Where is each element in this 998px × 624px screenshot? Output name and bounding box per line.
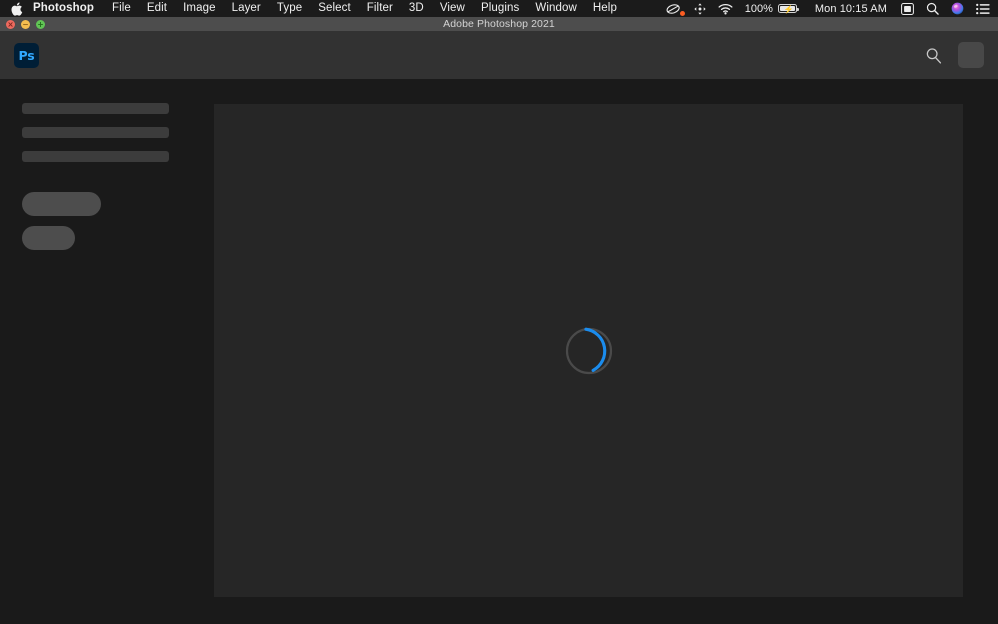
sidebar-skeleton — [22, 103, 192, 250]
skeleton-bar-1 — [22, 103, 169, 114]
app-header: Ps — [0, 31, 998, 79]
menubar-item-edit[interactable]: Edit — [139, 0, 175, 17]
avatar[interactable] — [958, 42, 984, 68]
search-icon[interactable] — [920, 42, 946, 68]
menubar-item-view[interactable]: View — [432, 0, 473, 17]
menubar-item-file[interactable]: File — [104, 0, 139, 17]
siri-icon[interactable] — [945, 0, 970, 17]
menubar-item-help[interactable]: Help — [585, 0, 625, 17]
menubar-item-layer[interactable]: Layer — [224, 0, 269, 17]
recording-indicator-dot — [679, 11, 685, 16]
battery-charging-icon[interactable]: ⚡ — [776, 0, 806, 17]
skeleton-bar-3 — [22, 151, 169, 162]
notification-center-icon[interactable] — [970, 0, 992, 17]
app-body — [0, 79, 998, 624]
menubar-item-photoshop[interactable]: Photoshop — [33, 0, 104, 17]
close-button[interactable]: × — [6, 20, 15, 29]
loading-spinner — [564, 326, 614, 376]
menubar-item-type[interactable]: Type — [269, 0, 310, 17]
maximize-button[interactable]: + — [36, 20, 45, 29]
menubar-item-select[interactable]: Select — [310, 0, 359, 17]
apple-logo-icon[interactable] — [10, 1, 24, 16]
battery-percent-label: 100% — [744, 2, 773, 15]
menubar-item-window[interactable]: Window — [527, 0, 585, 17]
control-center-icon[interactable] — [895, 0, 920, 17]
screen: Photoshop File Edit Image Layer Type Sel… — [0, 0, 998, 624]
window-controls: × − + — [6, 20, 45, 29]
menubar-item-3d[interactable]: 3D — [401, 0, 432, 17]
skeleton-bar-2 — [22, 127, 169, 138]
menubar-app-menus: Photoshop File Edit Image Layer Type Sel… — [10, 0, 660, 17]
menubar-clock[interactable]: Mon 10:15 AM — [806, 0, 895, 17]
main-content-panel — [214, 104, 963, 597]
menubar-item-filter[interactable]: Filter — [359, 0, 401, 17]
window-titlebar: × − + Adobe Photoshop 2021 — [0, 17, 998, 31]
skeleton-button-secondary[interactable] — [22, 226, 75, 250]
bluetooth-transfer-icon[interactable] — [688, 0, 712, 17]
wifi-icon[interactable] — [712, 0, 739, 17]
window-title: Adobe Photoshop 2021 — [443, 18, 555, 30]
minimize-button[interactable]: − — [21, 20, 30, 29]
menubar-item-image[interactable]: Image — [175, 0, 223, 17]
search-icon[interactable] — [920, 0, 945, 17]
macos-menubar: Photoshop File Edit Image Layer Type Sel… — [0, 0, 998, 17]
screen-recording-icon[interactable] — [660, 0, 688, 17]
menubar-item-plugins[interactable]: Plugins — [473, 0, 527, 17]
skeleton-button-primary[interactable] — [22, 192, 101, 216]
menubar-status-items: 100% ⚡ Mon 10:15 AM — [660, 0, 992, 17]
photoshop-logo-icon[interactable]: Ps — [14, 42, 39, 68]
